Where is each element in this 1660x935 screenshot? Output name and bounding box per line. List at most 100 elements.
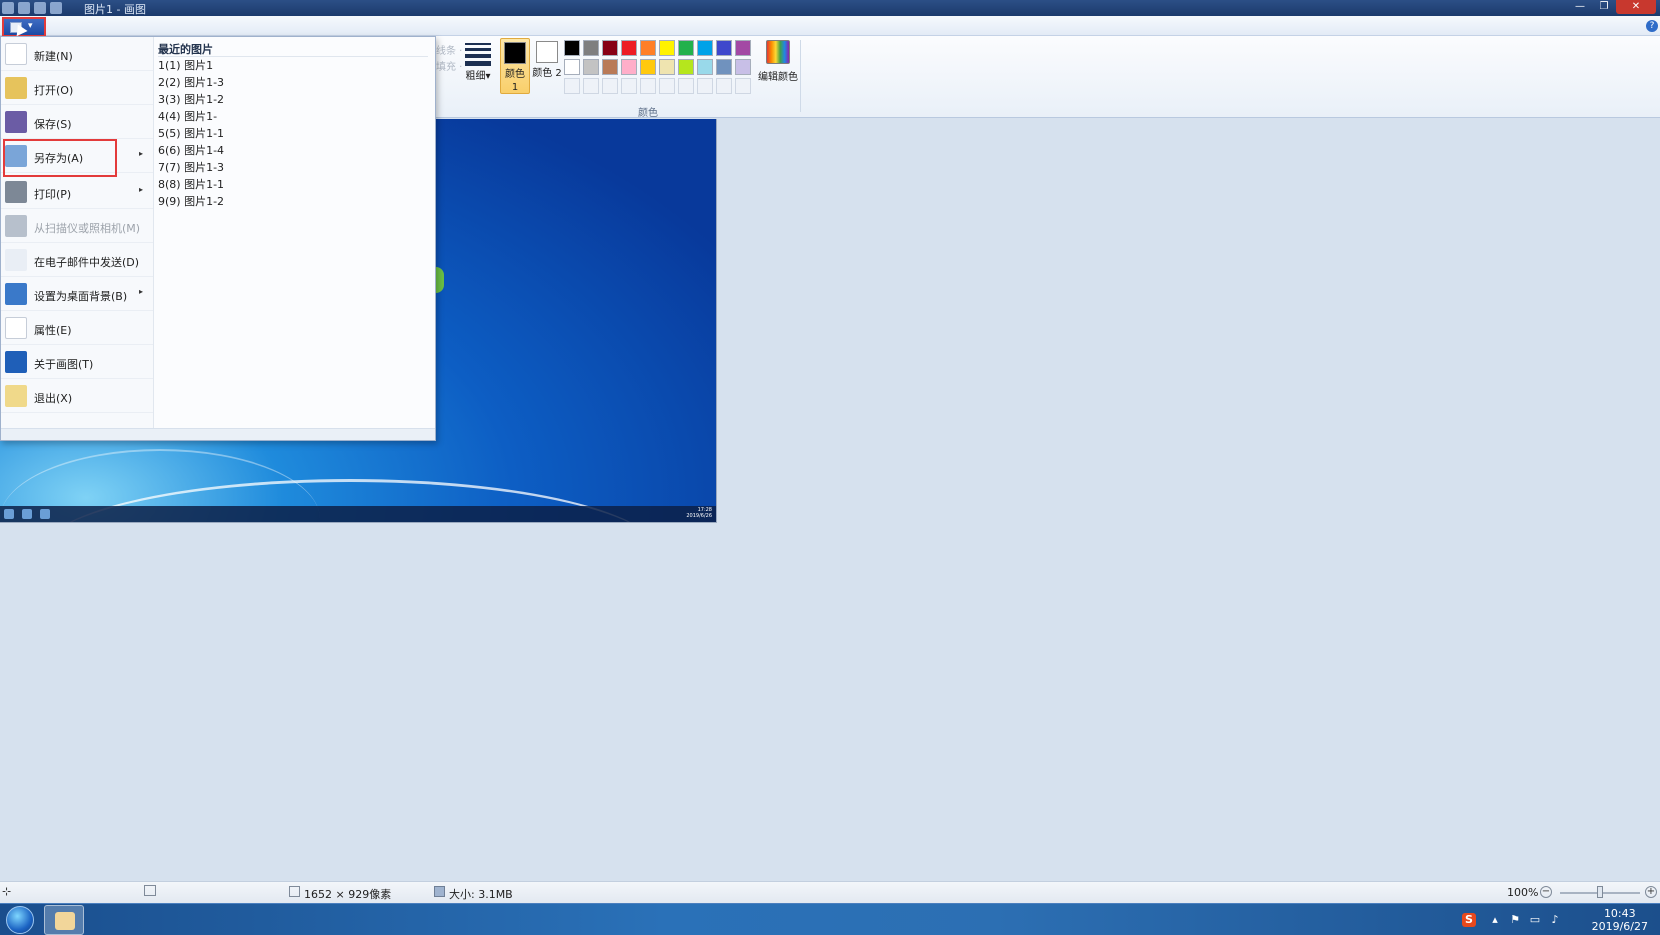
file-menu-item[interactable]: 保存(S) bbox=[1, 105, 153, 139]
color1-button[interactable]: 颜色 1 bbox=[500, 38, 530, 94]
palette-color-swatch[interactable] bbox=[564, 59, 580, 75]
submenu-arrow-icon: ▸ bbox=[139, 149, 144, 158]
file-menu-item[interactable]: 打开(O) bbox=[1, 71, 153, 105]
show-hidden-icons-icon[interactable]: ▴ bbox=[1488, 913, 1502, 927]
palette-color-swatch[interactable] bbox=[621, 40, 637, 56]
quick-save-icon[interactable] bbox=[18, 2, 30, 14]
edit-colors-button[interactable]: 编辑颜色 bbox=[752, 40, 804, 83]
restore-button[interactable]: ❐ bbox=[1592, 0, 1616, 14]
palette-color-swatch[interactable] bbox=[602, 59, 618, 75]
file-menu-item-label: 在电子邮件中发送(D) bbox=[34, 256, 140, 269]
palette-color-swatch[interactable] bbox=[735, 40, 751, 56]
minimize-button[interactable]: — bbox=[1568, 0, 1592, 14]
notification-flag-icon[interactable]: ⚑ bbox=[1508, 913, 1522, 927]
custom-color-slot[interactable] bbox=[583, 78, 599, 94]
file-menu-item[interactable]: 属性(E) bbox=[1, 311, 153, 345]
zoom-slider-thumb[interactable] bbox=[1597, 886, 1603, 898]
recent-picture-item[interactable]: 5(5) 图片1-1 bbox=[154, 125, 435, 142]
ime-icon[interactable]: S bbox=[1462, 913, 1476, 927]
palette-color-swatch[interactable] bbox=[659, 59, 675, 75]
recent-picture-item[interactable]: 3(3) 图片1-2 bbox=[154, 91, 435, 108]
palette-color-swatch[interactable] bbox=[640, 40, 656, 56]
printer-icon bbox=[5, 181, 27, 203]
file-menu-item: 从扫描仪或照相机(M) bbox=[1, 209, 153, 243]
custom-color-slot[interactable] bbox=[602, 78, 618, 94]
custom-color-slot[interactable] bbox=[564, 78, 580, 94]
save-as-highlight bbox=[3, 139, 117, 177]
palette-color-swatch[interactable] bbox=[716, 40, 732, 56]
taskbar-paint-app[interactable] bbox=[44, 905, 84, 935]
recent-picture-item[interactable]: 7(7) 图片1-3 bbox=[154, 159, 435, 176]
recent-picture-item[interactable]: 2(2) 图片1-3 bbox=[154, 74, 435, 91]
chevron-down-icon: ▾ bbox=[28, 21, 33, 31]
custom-color-slot[interactable] bbox=[678, 78, 694, 94]
palette-color-swatch[interactable] bbox=[716, 59, 732, 75]
save-floppy-icon bbox=[5, 111, 27, 133]
recent-picture-item[interactable]: 1(1) 图片1 bbox=[154, 57, 435, 74]
palette-color-swatch[interactable] bbox=[621, 59, 637, 75]
recent-pictures-title: 最近的图片 bbox=[158, 41, 428, 57]
new-file-icon bbox=[5, 43, 27, 65]
file-menu-footer bbox=[1, 428, 435, 440]
file-menu-item[interactable]: 关于画图(T) bbox=[1, 345, 153, 379]
color2-button[interactable]: 颜色 2 bbox=[532, 38, 562, 94]
help-icon[interactable]: ? bbox=[1646, 20, 1658, 32]
pictured-taskbar: 17:28 2019/6/26 bbox=[0, 506, 716, 522]
custom-color-slot[interactable] bbox=[716, 78, 732, 94]
file-menu-item[interactable]: 打印(P) ▸ bbox=[1, 175, 153, 209]
file-menu-item[interactable]: 新建(N) bbox=[1, 37, 153, 71]
palette-color-swatch[interactable] bbox=[697, 40, 713, 56]
custom-color-slot[interactable] bbox=[697, 78, 713, 94]
redo-icon[interactable] bbox=[50, 2, 62, 14]
recent-picture-item[interactable]: 4(4) 图片1- bbox=[154, 108, 435, 125]
undo-icon[interactable] bbox=[34, 2, 46, 14]
palette-color-swatch[interactable] bbox=[735, 59, 751, 75]
recent-picture-item[interactable]: 6(6) 图片1-4 bbox=[154, 142, 435, 159]
submenu-arrow-icon: ▸ bbox=[139, 185, 144, 194]
zoom-out-button[interactable]: − bbox=[1540, 886, 1552, 898]
desktop-background-icon bbox=[5, 283, 27, 305]
volume-icon[interactable]: ♪ bbox=[1548, 913, 1562, 927]
file-menu-item[interactable]: 设置为桌面背景(B) ▸ bbox=[1, 277, 153, 311]
close-button[interactable]: ✕ bbox=[1616, 0, 1656, 14]
custom-color-slot[interactable] bbox=[735, 78, 751, 94]
exit-icon bbox=[5, 385, 27, 407]
color2-label: 颜色 2 bbox=[532, 68, 562, 79]
zoom-level: 100% bbox=[1507, 886, 1539, 899]
file-menu-item[interactable]: 退出(X) bbox=[1, 379, 153, 413]
custom-color-slot[interactable] bbox=[659, 78, 675, 94]
palette-color-swatch[interactable] bbox=[583, 59, 599, 75]
palette-color-swatch[interactable] bbox=[659, 40, 675, 56]
palette-color-swatch[interactable] bbox=[640, 59, 656, 75]
windows-taskbar: S ▴ ⚑ ▭ ♪ 10:43 2019/6/27 bbox=[0, 903, 1660, 935]
file-menu-item-label: 新建(N) bbox=[34, 50, 73, 63]
custom-color-slot[interactable] bbox=[621, 78, 637, 94]
file-menu-item[interactable]: 在电子邮件中发送(D) bbox=[1, 243, 153, 277]
recent-picture-item[interactable]: 8(8) 图片1-1 bbox=[154, 176, 435, 193]
zoom-in-button[interactable]: + bbox=[1645, 886, 1657, 898]
palette-color-swatch[interactable] bbox=[583, 40, 599, 56]
start-button[interactable] bbox=[6, 906, 34, 934]
network-icon[interactable]: ▭ bbox=[1528, 913, 1542, 927]
pictured-start-icon bbox=[4, 509, 14, 519]
file-size-icon bbox=[434, 886, 445, 897]
fill-option[interactable]: 填充 · bbox=[436, 58, 462, 73]
taskbar-clock[interactable]: 10:43 2019/6/27 bbox=[1592, 907, 1648, 933]
palette-color-swatch[interactable] bbox=[602, 40, 618, 56]
size-button[interactable]: 粗细▾ bbox=[462, 40, 494, 83]
outline-option[interactable]: 线条 · bbox=[436, 42, 462, 57]
palette-color-swatch[interactable] bbox=[564, 40, 580, 56]
recent-picture-item[interactable]: 9(9) 图片1-2 bbox=[154, 193, 435, 210]
wallpaper-leaf bbox=[436, 267, 444, 293]
palette-color-swatch[interactable] bbox=[678, 40, 694, 56]
palette-color-swatch[interactable] bbox=[697, 59, 713, 75]
scanner-icon bbox=[5, 215, 27, 237]
file-menu-item-label: 属性(E) bbox=[34, 324, 72, 337]
palette-color-swatch[interactable] bbox=[678, 59, 694, 75]
custom-color-slot[interactable] bbox=[640, 78, 656, 94]
image-dimensions: 1652 × 929像素 bbox=[304, 888, 392, 901]
file-menu-item-label: 从扫描仪或照相机(M) bbox=[34, 222, 141, 235]
pictured-folder-icon bbox=[22, 509, 32, 519]
paint-palette-icon bbox=[55, 912, 75, 930]
recent-pictures-panel: 最近的图片 1(1) 图片1 2(2) 图片1-3 3(3) 图片1-2 4(4) 图… bbox=[153, 37, 435, 429]
